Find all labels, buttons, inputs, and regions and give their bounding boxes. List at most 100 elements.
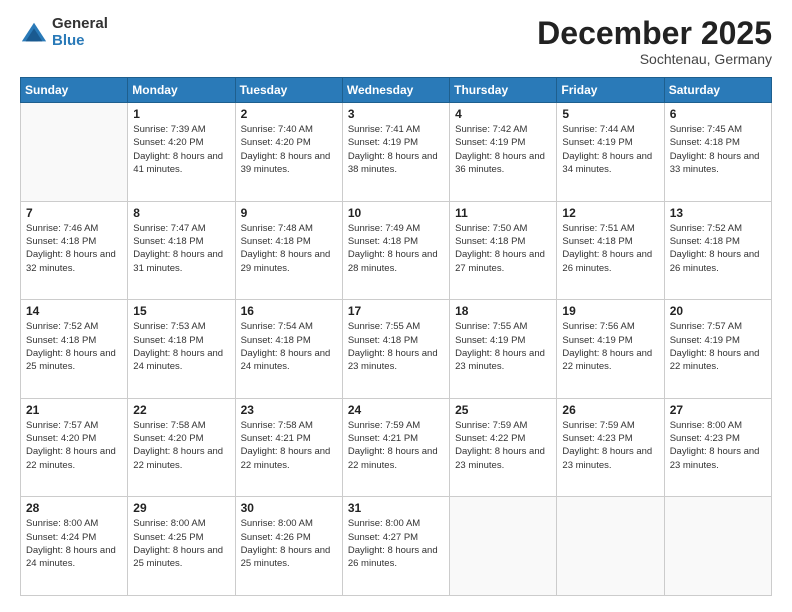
calendar-cell-w1-d0: 7 Sunrise: 7:46 AMSunset: 4:18 PMDaylight… bbox=[21, 201, 128, 300]
day-number: 5 bbox=[562, 107, 658, 121]
day-info: Sunrise: 7:48 AMSunset: 4:18 PMDaylight:… bbox=[241, 222, 337, 275]
calendar-cell-w0-d1: 1 Sunrise: 7:39 AMSunset: 4:20 PMDaylight… bbox=[128, 103, 235, 202]
day-number: 14 bbox=[26, 304, 122, 318]
day-info: Sunrise: 7:49 AMSunset: 4:18 PMDaylight:… bbox=[348, 222, 444, 275]
header-friday: Friday bbox=[557, 78, 664, 103]
calendar-cell-w2-d5: 19 Sunrise: 7:56 AMSunset: 4:19 PMDayligh… bbox=[557, 300, 664, 399]
day-number: 25 bbox=[455, 403, 551, 417]
calendar-cell-w2-d0: 14 Sunrise: 7:52 AMSunset: 4:18 PMDayligh… bbox=[21, 300, 128, 399]
header-tuesday: Tuesday bbox=[235, 78, 342, 103]
day-number: 29 bbox=[133, 501, 229, 515]
calendar-header-row: Sunday Monday Tuesday Wednesday Thursday… bbox=[21, 78, 772, 103]
day-number: 2 bbox=[241, 107, 337, 121]
day-info: Sunrise: 7:56 AMSunset: 4:19 PMDaylight:… bbox=[562, 320, 658, 373]
day-number: 19 bbox=[562, 304, 658, 318]
day-number: 3 bbox=[348, 107, 444, 121]
day-info: Sunrise: 7:59 AMSunset: 4:23 PMDaylight:… bbox=[562, 419, 658, 472]
day-number: 9 bbox=[241, 206, 337, 220]
day-number: 7 bbox=[26, 206, 122, 220]
logo-general-text: General bbox=[52, 16, 108, 33]
calendar-cell-w3-d6: 27Sunrise: 8:00 AMSunset: 4:23 PMDayligh… bbox=[664, 398, 771, 497]
day-info: Sunrise: 7:40 AMSunset: 4:20 PMDaylight:… bbox=[241, 123, 337, 176]
day-info: Sunrise: 7:50 AMSunset: 4:18 PMDaylight:… bbox=[455, 222, 551, 275]
calendar-cell-w1-d1: 8 Sunrise: 7:47 AMSunset: 4:18 PMDaylight… bbox=[128, 201, 235, 300]
day-number: 22 bbox=[133, 403, 229, 417]
logo-blue-text: Blue bbox=[52, 33, 108, 50]
calendar-cell-w0-d6: 6 Sunrise: 7:45 AMSunset: 4:18 PMDaylight… bbox=[664, 103, 771, 202]
logo: General Blue bbox=[20, 16, 108, 49]
day-info: Sunrise: 7:39 AMSunset: 4:20 PMDaylight:… bbox=[133, 123, 229, 176]
month-title: December 2025 bbox=[537, 16, 772, 51]
day-info: Sunrise: 7:45 AMSunset: 4:18 PMDaylight:… bbox=[670, 123, 766, 176]
day-number: 13 bbox=[670, 206, 766, 220]
day-info: Sunrise: 7:52 AMSunset: 4:18 PMDaylight:… bbox=[26, 320, 122, 373]
header: General Blue December 2025 Sochtenau, Ge… bbox=[20, 16, 772, 67]
day-info: Sunrise: 8:00 AMSunset: 4:27 PMDaylight:… bbox=[348, 517, 444, 570]
day-info: Sunrise: 7:57 AMSunset: 4:20 PMDaylight:… bbox=[26, 419, 122, 472]
logo-icon bbox=[20, 19, 48, 47]
calendar-cell-w1-d3: 10 Sunrise: 7:49 AMSunset: 4:18 PMDayligh… bbox=[342, 201, 449, 300]
day-number: 12 bbox=[562, 206, 658, 220]
header-saturday: Saturday bbox=[664, 78, 771, 103]
day-info: Sunrise: 7:57 AMSunset: 4:19 PMDaylight:… bbox=[670, 320, 766, 373]
header-sunday: Sunday bbox=[21, 78, 128, 103]
calendar-week-0: 1 Sunrise: 7:39 AMSunset: 4:20 PMDaylight… bbox=[21, 103, 772, 202]
day-number: 16 bbox=[241, 304, 337, 318]
calendar-cell-w0-d5: 5 Sunrise: 7:44 AMSunset: 4:19 PMDaylight… bbox=[557, 103, 664, 202]
day-info: Sunrise: 7:42 AMSunset: 4:19 PMDaylight:… bbox=[455, 123, 551, 176]
calendar-cell-w2-d6: 20Sunrise: 7:57 AMSunset: 4:19 PMDayligh… bbox=[664, 300, 771, 399]
calendar-cell-w0-d3: 3 Sunrise: 7:41 AMSunset: 4:19 PMDaylight… bbox=[342, 103, 449, 202]
calendar-cell-w4-d4 bbox=[450, 497, 557, 596]
calendar-week-3: 21 Sunrise: 7:57 AMSunset: 4:20 PMDayligh… bbox=[21, 398, 772, 497]
day-number: 15 bbox=[133, 304, 229, 318]
day-number: 27 bbox=[670, 403, 766, 417]
day-info: Sunrise: 7:59 AMSunset: 4:22 PMDaylight:… bbox=[455, 419, 551, 472]
calendar-cell-w1-d4: 11 Sunrise: 7:50 AMSunset: 4:18 PMDayligh… bbox=[450, 201, 557, 300]
title-block: December 2025 Sochtenau, Germany bbox=[537, 16, 772, 67]
header-monday: Monday bbox=[128, 78, 235, 103]
day-number: 30 bbox=[241, 501, 337, 515]
day-number: 18 bbox=[455, 304, 551, 318]
day-number: 21 bbox=[26, 403, 122, 417]
day-info: Sunrise: 7:46 AMSunset: 4:18 PMDaylight:… bbox=[26, 222, 122, 275]
calendar-cell-w3-d5: 26 Sunrise: 7:59 AMSunset: 4:23 PMDayligh… bbox=[557, 398, 664, 497]
day-info: Sunrise: 7:41 AMSunset: 4:19 PMDaylight:… bbox=[348, 123, 444, 176]
day-info: Sunrise: 8:00 AMSunset: 4:26 PMDaylight:… bbox=[241, 517, 337, 570]
day-info: Sunrise: 8:00 AMSunset: 4:25 PMDaylight:… bbox=[133, 517, 229, 570]
day-info: Sunrise: 7:59 AMSunset: 4:21 PMDaylight:… bbox=[348, 419, 444, 472]
day-info: Sunrise: 8:00 AMSunset: 4:24 PMDaylight:… bbox=[26, 517, 122, 570]
calendar-cell-w0-d2: 2 Sunrise: 7:40 AMSunset: 4:20 PMDaylight… bbox=[235, 103, 342, 202]
calendar-cell-w2-d3: 17Sunrise: 7:55 AMSunset: 4:18 PMDayligh… bbox=[342, 300, 449, 399]
day-number: 11 bbox=[455, 206, 551, 220]
day-info: Sunrise: 7:51 AMSunset: 4:18 PMDaylight:… bbox=[562, 222, 658, 275]
calendar-table: Sunday Monday Tuesday Wednesday Thursday… bbox=[20, 77, 772, 596]
day-info: Sunrise: 7:47 AMSunset: 4:18 PMDaylight:… bbox=[133, 222, 229, 275]
day-number: 24 bbox=[348, 403, 444, 417]
day-number: 23 bbox=[241, 403, 337, 417]
page: General Blue December 2025 Sochtenau, Ge… bbox=[0, 0, 792, 612]
day-info: Sunrise: 7:55 AMSunset: 4:19 PMDaylight:… bbox=[455, 320, 551, 373]
day-number: 4 bbox=[455, 107, 551, 121]
calendar-cell-w2-d1: 15Sunrise: 7:53 AMSunset: 4:18 PMDayligh… bbox=[128, 300, 235, 399]
day-info: Sunrise: 7:52 AMSunset: 4:18 PMDaylight:… bbox=[670, 222, 766, 275]
day-info: Sunrise: 7:44 AMSunset: 4:19 PMDaylight:… bbox=[562, 123, 658, 176]
location-subtitle: Sochtenau, Germany bbox=[537, 51, 772, 67]
calendar-cell-w1-d6: 13 Sunrise: 7:52 AMSunset: 4:18 PMDayligh… bbox=[664, 201, 771, 300]
calendar-cell-w1-d5: 12 Sunrise: 7:51 AMSunset: 4:18 PMDayligh… bbox=[557, 201, 664, 300]
day-number: 28 bbox=[26, 501, 122, 515]
calendar-week-4: 28 Sunrise: 8:00 AMSunset: 4:24 PMDayligh… bbox=[21, 497, 772, 596]
day-number: 26 bbox=[562, 403, 658, 417]
day-number: 6 bbox=[670, 107, 766, 121]
calendar-cell-w3-d2: 23Sunrise: 7:58 AMSunset: 4:21 PMDayligh… bbox=[235, 398, 342, 497]
calendar-cell-w4-d1: 29 Sunrise: 8:00 AMSunset: 4:25 PMDayligh… bbox=[128, 497, 235, 596]
calendar-cell-w4-d3: 31Sunrise: 8:00 AMSunset: 4:27 PMDayligh… bbox=[342, 497, 449, 596]
day-number: 10 bbox=[348, 206, 444, 220]
calendar-cell-w2-d2: 16Sunrise: 7:54 AMSunset: 4:18 PMDayligh… bbox=[235, 300, 342, 399]
day-number: 17 bbox=[348, 304, 444, 318]
day-info: Sunrise: 7:58 AMSunset: 4:20 PMDaylight:… bbox=[133, 419, 229, 472]
day-number: 1 bbox=[133, 107, 229, 121]
calendar-week-1: 7 Sunrise: 7:46 AMSunset: 4:18 PMDaylight… bbox=[21, 201, 772, 300]
calendar-cell-w3-d0: 21 Sunrise: 7:57 AMSunset: 4:20 PMDayligh… bbox=[21, 398, 128, 497]
day-number: 8 bbox=[133, 206, 229, 220]
calendar-cell-w4-d0: 28 Sunrise: 8:00 AMSunset: 4:24 PMDayligh… bbox=[21, 497, 128, 596]
